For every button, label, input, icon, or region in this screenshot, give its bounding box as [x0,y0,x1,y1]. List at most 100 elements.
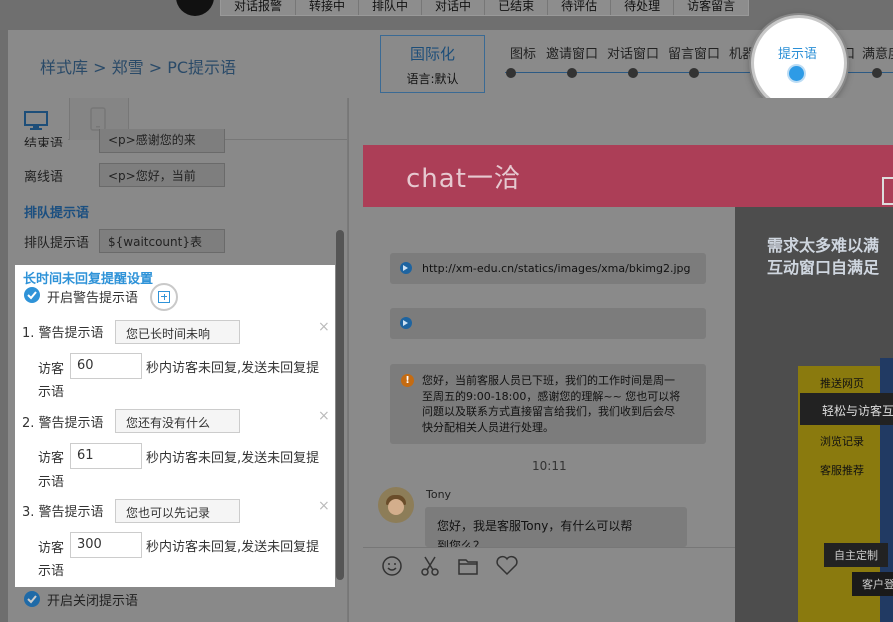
step-dot[interactable] [689,68,699,78]
queue-section-title: 排队提示语 [24,206,90,221]
ad-login-button[interactable]: 客户登 [852,572,893,596]
warning-label: 2. 警告提示语 [22,416,104,431]
check-icon [27,595,37,604]
ad-menu-item[interactable]: 推送网页 [820,375,864,391]
remove-warning-icon[interactable]: × [318,319,330,335]
offline-notice-line: 快分配相关人员进行处理。 [422,420,554,434]
add-warning-icon[interactable] [150,283,178,311]
ad-menu-item-active-label: 轻松与访客互 [822,404,893,418]
step-satisfaction[interactable]: 满意度 [862,43,893,62]
active-step-dot[interactable] [789,66,804,81]
status-tab[interactable]: 待处理 [611,0,675,15]
ad-custom-button[interactable]: 自主定制 [824,543,888,567]
warning-message-input[interactable]: 您还有没有什么 [115,409,240,433]
step-invite-window[interactable]: 邀请窗口 [546,43,598,62]
long-no-reply-settings: 长时间未回复提醒设置 开启警告提示语 1. 警告提示语 您已长时间未响 × 访客… [15,265,335,587]
step-message-window[interactable]: 留言窗口 [668,43,720,62]
header-frame [882,177,893,205]
offline-notice-text: 您好，当前客服人员已下班，我们的工作时间是周一 至周五的9:00-18:00，感… [422,373,680,435]
warning-label: 1. 警告提示语 [22,326,104,341]
breadcrumb-item-current: PC提示语 [167,58,237,77]
speaker-icon[interactable] [400,317,412,329]
monitor-icon [24,111,48,130]
checkbox-enable-warning[interactable] [24,287,40,303]
offline-notice-line: 您好，当前客服人员已下班，我们的工作时间是周一 [422,374,675,387]
step-dot[interactable] [872,68,882,78]
status-tab[interactable]: 转接中 [296,0,360,15]
i18n-button[interactable]: 国际化 语言:默认 [380,35,485,93]
warning-label: 3. 警告提示语 [22,505,104,520]
ad-menu-item[interactable]: 浏览记录 [820,433,864,449]
emoji-icon[interactable] [381,555,403,577]
step-icon[interactable]: 图标 [510,43,536,62]
offline-message-input[interactable]: <p>您好，当前 [99,163,225,187]
step-dot[interactable] [628,68,638,78]
active-step-highlight [751,15,847,111]
step-chat-window[interactable]: 对话窗口 [607,43,659,62]
message-time: 10:11 [532,459,567,473]
breadcrumb-separator: > [93,58,107,77]
status-tabs: 对话报警 转接中 排队中 对话中 已结束 待评估 待处理 访客留言 [220,0,750,16]
status-tab[interactable]: 待评估 [548,0,612,15]
warning-description: 秒内访客未回复,发送未回复提 [146,540,320,555]
queue-message-input[interactable]: ${waitcount}表 [99,229,225,253]
ad-menu-item[interactable]: 客服推荐 [820,462,864,478]
warning-message-input[interactable]: 您也可以先记录 [115,499,240,523]
agent-message-text: 您好，我是客服Tony，有什么可以帮 [437,519,633,533]
end-message-input[interactable]: <p>感谢您的来 [99,129,225,153]
seconds-input[interactable]: 300 [70,532,142,558]
warning-message-input[interactable]: 您已长时间未响 [115,320,240,344]
left-edge [0,30,8,622]
breadcrumb: 样式库 > 郑雪 > PC提示语 [40,54,236,78]
ad-title: 需求太多难以满 互动窗口自满足 [767,235,879,279]
check-icon [27,291,37,300]
enable-close-label: 开启关闭提示语 [47,594,139,609]
remove-warning-icon[interactable]: × [318,498,330,514]
enable-warning-label: 开启警告提示语 [47,291,139,306]
i18n-language: 语言:默认 [406,72,459,86]
warning-description-wrap: 示语 [38,564,65,579]
warning-description-wrap: 示语 [38,385,65,400]
status-tab[interactable]: 排队中 [359,0,423,15]
warning-icon: ! [401,374,414,387]
status-tab[interactable]: 访客留言 [674,0,748,15]
brand-logo: chat一洽 [406,164,521,194]
audio-url: http://xm-edu.cn/statics/images/xma/bkim… [422,262,691,275]
seconds-input[interactable]: 61 [70,443,142,469]
visitor-label: 访客 [38,362,65,377]
panel-scrollbar[interactable] [336,230,344,580]
queue-message-label: 排队提示语 [24,236,90,251]
agent-message-text: 到您么？ [437,539,486,547]
agent-message: 您好，我是客服Tony，有什么可以帮 到您么？ [425,507,687,547]
folder-icon[interactable] [457,555,479,577]
warning-description: 秒内访客未回复,发送未回复提 [146,361,320,376]
status-tab[interactable]: 对话报警 [221,0,297,15]
status-tab[interactable]: 对话中 [422,0,486,15]
remove-warning-icon[interactable]: × [318,408,330,424]
warning-description-wrap: 示语 [38,475,65,490]
breadcrumb-separator: > [148,58,163,77]
ad-title-line: 互动窗口自满足 [767,258,880,277]
end-message-label: 结束语 [24,137,64,147]
long-no-reply-title: 长时间未回复提醒设置 [23,272,154,287]
step-dot[interactable] [567,68,577,78]
status-tab[interactable]: 已结束 [485,0,549,15]
speaker-icon[interactable] [400,262,412,274]
step-dot[interactable] [506,68,516,78]
offline-message-label: 离线语 [24,170,64,185]
breadcrumb-item-library[interactable]: 样式库 [40,58,88,77]
ad-title-line: 需求太多难以满 [767,236,880,255]
agent-name: Tony [426,488,452,501]
visitor-label: 访客 [38,451,65,466]
checkbox-enable-close[interactable] [24,591,40,607]
scissors-icon[interactable] [419,555,441,577]
i18n-title: 国际化 [409,45,455,63]
phone-icon [90,107,106,131]
seconds-input[interactable]: 60 [70,353,142,379]
breadcrumb-item-style[interactable]: 郑雪 [112,58,144,77]
audio-message-empty[interactable] [390,308,706,339]
warning-description: 秒内访客未回复,发送未回复提 [146,451,320,466]
heart-icon[interactable] [495,555,519,577]
step-prompt-active[interactable]: 提示语 [778,43,817,62]
agent-avatar [378,487,414,523]
